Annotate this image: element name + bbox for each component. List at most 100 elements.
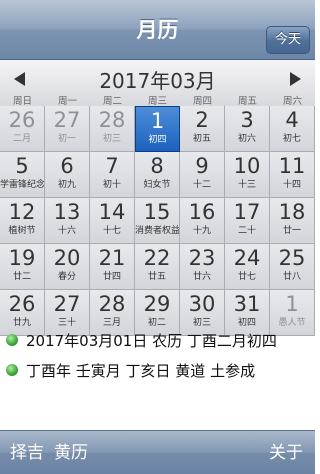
lunar-label: 二月	[12, 134, 31, 144]
info-row-ganzhi: 丁酉年 壬寅月 丁亥日 黄道 土参成	[6, 358, 255, 382]
day-cell[interactable]: 23 廿六	[180, 244, 225, 290]
day-cell[interactable]: 25 廿八	[270, 244, 315, 290]
ganzhi-text: 丁酉年 壬寅月 丁亥日 黄道 土参成	[26, 361, 256, 380]
lunar-label: 初七	[282, 134, 301, 144]
day-number: 22	[143, 246, 171, 270]
day-cell[interactable]: 2 初五	[180, 106, 225, 152]
day-number: 6	[60, 154, 74, 178]
day-number: 28	[98, 292, 126, 316]
day-number: 2	[195, 108, 209, 132]
day-cell[interactable]: 24 廿七	[225, 244, 270, 290]
green-dot-icon	[6, 364, 18, 376]
weekday-label: 周日	[12, 96, 32, 107]
day-cell[interactable]: 21 廿四	[90, 244, 135, 290]
day-cell[interactable]: 11 十四	[270, 152, 315, 198]
day-number: 17	[233, 200, 261, 224]
bottom-toolbar: 择吉 黄历 关于	[0, 430, 315, 474]
lunar-label: 消费者权益	[135, 226, 180, 236]
day-number: 4	[285, 108, 299, 132]
about-button[interactable]: 关于	[269, 431, 303, 474]
weekday-label: 周六	[282, 96, 302, 107]
lunar-label: 廿七	[237, 272, 256, 282]
lunar-label: 廿五	[147, 272, 166, 282]
calendar-grid: 26 二月 27 初一 28 初三 1 初四 2 初五 3 初六 4 初七 5 学雷锋纪念 6 初九 7 初十 8 妇女节…	[0, 106, 315, 336]
day-cell[interactable]: 4 初七	[270, 106, 315, 152]
lunar-label: 妇女节	[143, 180, 171, 190]
month-title: 2017年03月	[99, 69, 216, 93]
lunar-label: 廿四	[102, 272, 121, 282]
zeji-button[interactable]: 择吉	[10, 443, 44, 463]
day-cell[interactable]: 6 初九	[45, 152, 90, 198]
day-cell[interactable]: 13 十六	[45, 198, 90, 244]
day-cell-selected[interactable]: 1 初四	[135, 106, 180, 152]
day-cell[interactable]: 8 妇女节	[135, 152, 180, 198]
day-cell[interactable]: 18 廿一	[270, 198, 315, 244]
day-number: 18	[278, 200, 306, 224]
day-number: 16	[188, 200, 216, 224]
lunar-label: 二十	[237, 226, 256, 236]
lunar-label: 初九	[57, 180, 76, 190]
day-number: 27	[53, 292, 81, 316]
lunar-label: 初六	[237, 134, 256, 144]
lunar-label: 十三	[237, 180, 256, 190]
day-number: 26	[8, 108, 36, 132]
weekday-label: 周一	[57, 96, 77, 107]
day-number: 7	[105, 154, 119, 178]
day-cell[interactable]: 19 廿二	[0, 244, 45, 290]
day-cell[interactable]: 16 十九	[180, 198, 225, 244]
info-row-date: 2017年03月01日 农历 丁酉二月初四	[6, 328, 277, 352]
weekday-header: 周日 周一 周二 周三 周四 周五 周六	[0, 93, 315, 107]
lunar-label: 学雷锋纪念	[0, 180, 45, 190]
day-cell[interactable]: 27 初一	[45, 106, 90, 152]
lunar-label: 春分	[57, 272, 76, 282]
lunar-label: 初四	[148, 135, 167, 145]
day-cell[interactable]: 22 廿五	[135, 244, 180, 290]
day-number: 11	[278, 154, 306, 178]
day-cell[interactable]: 10 十三	[225, 152, 270, 198]
next-month-arrow-icon[interactable]	[290, 72, 301, 86]
day-cell[interactable]: 12 植树节	[0, 198, 45, 244]
day-cell[interactable]: 17 二十	[225, 198, 270, 244]
lunar-label: 植树节	[8, 226, 36, 236]
lunar-label: 十九	[192, 226, 211, 236]
day-cell[interactable]: 3 初六	[225, 106, 270, 152]
day-number: 13	[53, 200, 81, 224]
day-number: 19	[8, 246, 36, 270]
date-lunar-text: 2017年03月01日 农历 丁酉二月初四	[26, 331, 277, 350]
lunar-label: 十六	[57, 226, 76, 236]
month-header: 2017年03月 周日 周一 周二 周三 周四 周五 周六	[0, 60, 315, 107]
day-number: 10	[233, 154, 261, 178]
day-cell[interactable]: 5 学雷锋纪念	[0, 152, 45, 198]
day-number: 29	[143, 292, 171, 316]
day-number: 5	[15, 154, 29, 178]
lunar-label: 初三	[102, 134, 121, 144]
day-cell[interactable]: 7 初十	[90, 152, 135, 198]
huangli-button[interactable]: 黄历	[54, 443, 88, 463]
lunar-label: 初一	[57, 134, 76, 144]
day-number: 21	[98, 246, 126, 270]
day-number: 25	[278, 246, 306, 270]
today-button[interactable]: 今天	[266, 26, 310, 54]
day-number: 1	[150, 109, 165, 133]
day-cell[interactable]: 14 十七	[90, 198, 135, 244]
day-cell[interactable]: 28 初三	[90, 106, 135, 152]
weekday-label: 周四	[192, 96, 212, 107]
day-cell[interactable]: 26 二月	[0, 106, 45, 152]
day-number: 1	[285, 292, 299, 316]
nav-bar: 月历 今天	[0, 0, 315, 60]
lunar-label: 廿八	[282, 272, 301, 282]
lunar-label: 初十	[102, 180, 121, 190]
day-cell[interactable]: 15 消费者权益	[135, 198, 180, 244]
day-cell[interactable]: 20 春分	[45, 244, 90, 290]
lunar-label: 十七	[102, 226, 121, 236]
weekday-label: 周三	[147, 96, 167, 107]
weekday-label: 周五	[237, 96, 257, 107]
day-number: 3	[240, 108, 254, 132]
day-number: 24	[233, 246, 261, 270]
day-number: 8	[150, 154, 164, 178]
lunar-label: 十四	[282, 180, 301, 190]
lunar-label: 十二	[192, 180, 211, 190]
day-cell[interactable]: 9 十二	[180, 152, 225, 198]
weekday-label: 周二	[102, 96, 122, 107]
day-number: 28	[98, 108, 126, 132]
